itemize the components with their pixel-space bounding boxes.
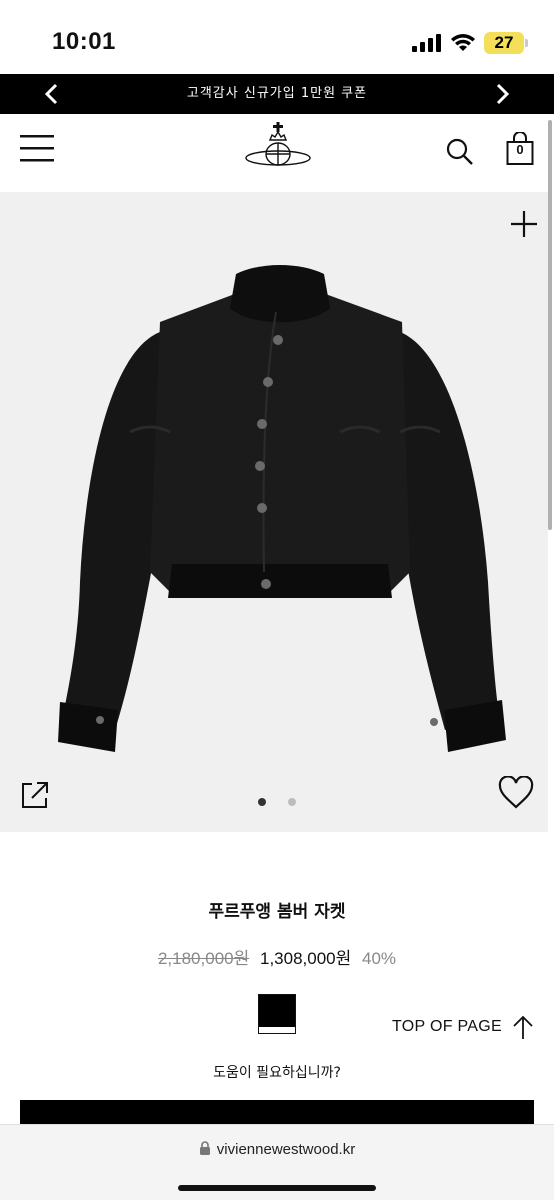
site-header: 0 [0, 114, 554, 192]
help-link[interactable]: 도움이 필요하십니까? [0, 1062, 554, 1082]
url-text: viviennewestwood.kr [216, 1141, 356, 1158]
product-image-carousel[interactable] [0, 192, 548, 832]
promo-text[interactable]: 고객감사 신규가입 1만원 쿠폰 [0, 74, 554, 114]
page-scrollbar[interactable] [548, 120, 552, 530]
bag-count: 0 [516, 142, 524, 157]
zoom-plus-icon[interactable] [510, 210, 538, 238]
swatch-fill [259, 995, 295, 1027]
heart-icon[interactable] [498, 776, 534, 810]
price-row: 2,180,000원 1,308,000원 40% [0, 944, 554, 969]
wifi-icon [451, 34, 475, 51]
search-icon[interactable] [446, 138, 474, 166]
home-indicator[interactable] [178, 1185, 376, 1191]
carousel-dot[interactable] [288, 798, 296, 806]
top-of-page-label: TOP OF PAGE [392, 1018, 502, 1035]
chevron-right-icon[interactable] [490, 82, 514, 106]
carousel-dot-active[interactable] [258, 798, 266, 806]
browser-address-bar[interactable]: viviennewestwood.kr [0, 1124, 554, 1200]
original-price: 2,180,000원 [157, 949, 250, 968]
orb-logo-icon[interactable] [244, 118, 312, 180]
top-of-page-button[interactable]: TOP OF PAGE [392, 1014, 538, 1042]
product-title: 푸르푸앵 봄버 자켓 [208, 902, 346, 922]
promo-banner[interactable]: 고객감사 신규가입 1만원 쿠폰 [0, 74, 554, 114]
status-bar: 10:01 27 [0, 0, 554, 74]
shopping-bag-button[interactable]: 0 [506, 132, 534, 166]
status-time: 10:01 [52, 28, 116, 55]
url-display[interactable]: viviennewestwood.kr [0, 1141, 554, 1158]
sale-price: 1,308,000원 [259, 949, 352, 968]
color-swatch-black[interactable] [258, 994, 296, 1034]
cellular-signal-icon [412, 34, 441, 52]
carousel-dots [254, 798, 304, 808]
arrow-up-icon [513, 1015, 533, 1039]
share-icon[interactable] [20, 780, 50, 810]
lock-icon [199, 1141, 210, 1155]
battery-tip [525, 39, 528, 47]
product-photo-jacket [58, 265, 506, 752]
purchase-button[interactable] [20, 1100, 534, 1124]
discount-badge: 40% [362, 949, 397, 968]
battery-indicator: 27 [484, 32, 524, 54]
hamburger-menu-icon[interactable] [20, 132, 54, 164]
